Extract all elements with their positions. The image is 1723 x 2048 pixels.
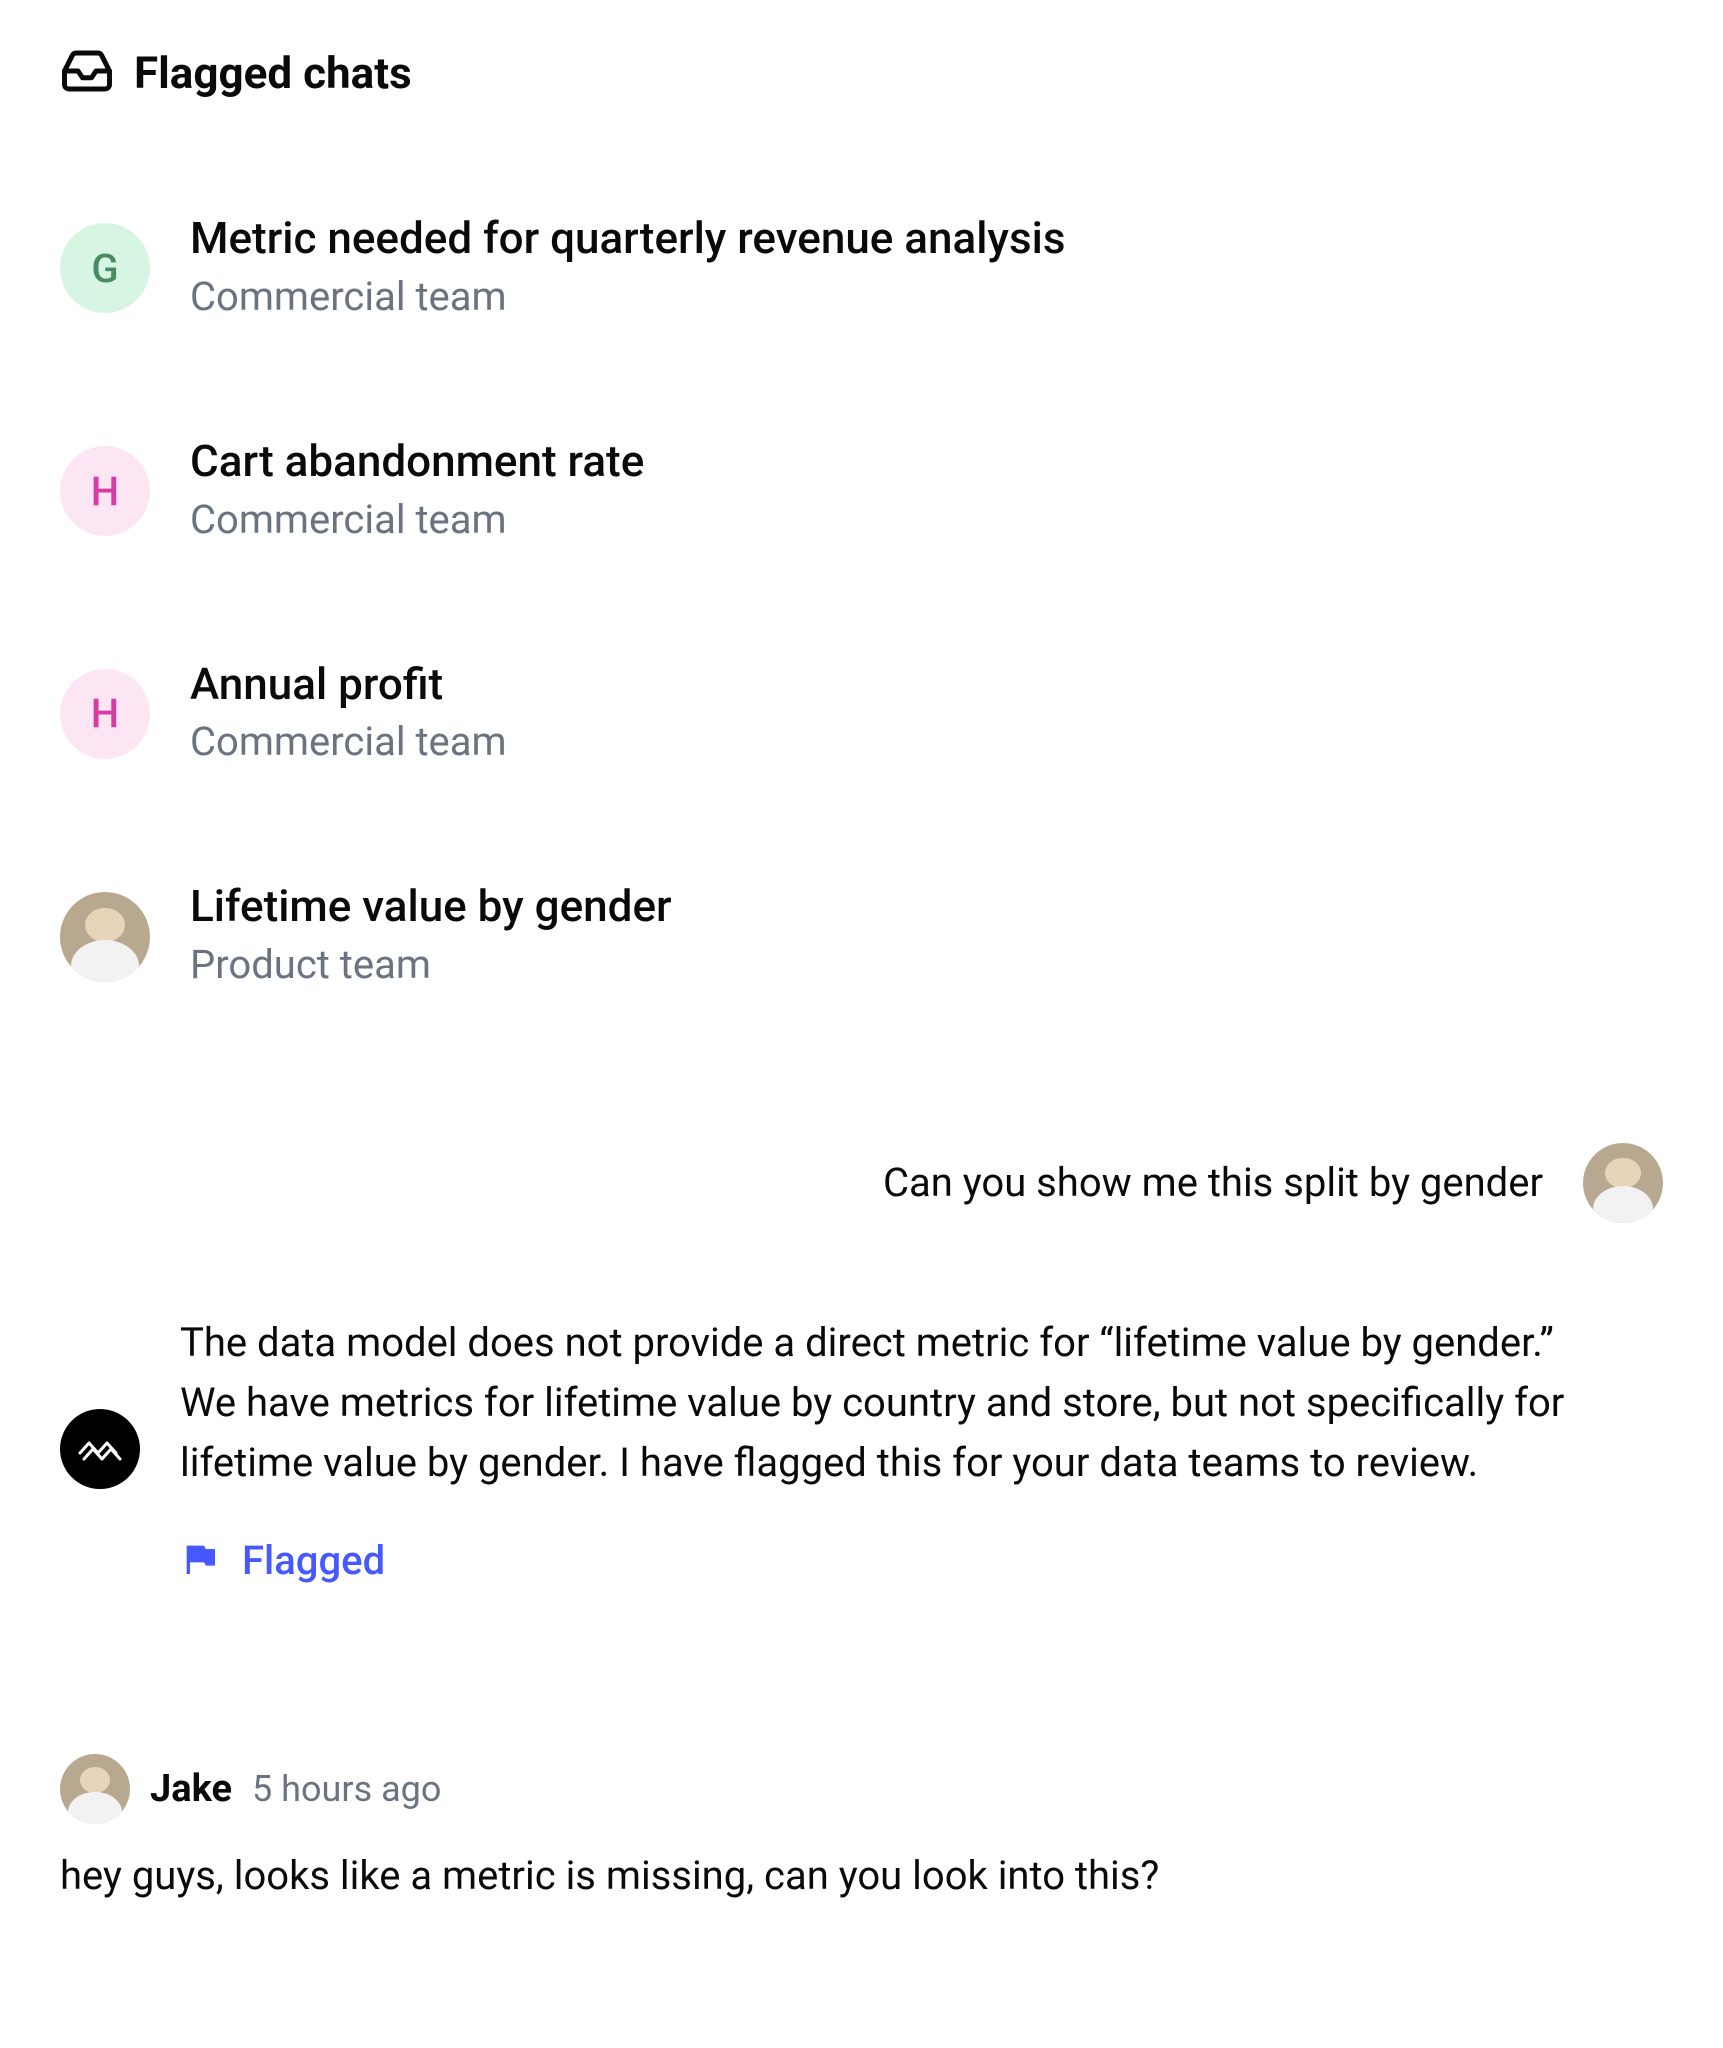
avatar: G bbox=[60, 223, 150, 313]
chat-subtitle: Product team bbox=[190, 937, 672, 993]
avatar bbox=[60, 892, 150, 982]
chat-text: Cart abandonment rate Commercial team bbox=[190, 435, 644, 548]
chat-list: G Metric needed for quarterly revenue an… bbox=[60, 212, 1663, 993]
comment: Jake 5 hours ago hey guys, looks like a … bbox=[60, 1754, 1663, 1904]
avatar: H bbox=[60, 669, 150, 759]
chat-title: Cart abandonment rate bbox=[190, 435, 644, 488]
comment-avatar bbox=[60, 1754, 130, 1824]
chat-text: Metric needed for quarterly revenue anal… bbox=[190, 212, 1066, 325]
chat-title: Lifetime value by gender bbox=[190, 880, 672, 933]
chat-title: Annual profit bbox=[190, 658, 507, 711]
chat-subtitle: Commercial team bbox=[190, 714, 507, 770]
conversation: Can you show me this split by gender The… bbox=[60, 1143, 1663, 1904]
bot-avatar bbox=[60, 1409, 140, 1489]
flag-icon bbox=[180, 1539, 220, 1583]
chat-subtitle: Commercial team bbox=[190, 492, 644, 548]
page-title: Flagged chats bbox=[134, 47, 412, 99]
chat-item[interactable]: G Metric needed for quarterly revenue an… bbox=[60, 212, 1663, 325]
chat-text: Annual profit Commercial team bbox=[190, 658, 507, 771]
chat-item[interactable]: H Annual profit Commercial team bbox=[60, 658, 1663, 771]
comment-author: Jake bbox=[150, 1767, 232, 1811]
bot-message-row: The data model does not provide a direct… bbox=[60, 1313, 1663, 1584]
bot-message-text: The data model does not provide a direct… bbox=[180, 1313, 1600, 1493]
comment-time: 5 hours ago bbox=[252, 1768, 441, 1810]
header: Flagged chats bbox=[60, 44, 1663, 102]
inbox-icon bbox=[60, 44, 114, 102]
chat-item[interactable]: H Cart abandonment rate Commercial team bbox=[60, 435, 1663, 548]
flagged-label: Flagged bbox=[242, 1537, 385, 1584]
chat-subtitle: Commercial team bbox=[190, 269, 1066, 325]
flagged-badge[interactable]: Flagged bbox=[180, 1537, 1600, 1584]
chat-text: Lifetime value by gender Product team bbox=[190, 880, 672, 993]
comment-body: hey guys, looks like a metric is missing… bbox=[60, 1848, 1663, 1904]
user-message-row: Can you show me this split by gender bbox=[60, 1143, 1663, 1223]
comment-header: Jake 5 hours ago bbox=[60, 1754, 1663, 1824]
chat-title: Metric needed for quarterly revenue anal… bbox=[190, 212, 1066, 265]
avatar: H bbox=[60, 446, 150, 536]
bot-message-body: The data model does not provide a direct… bbox=[180, 1313, 1600, 1584]
chat-item[interactable]: Lifetime value by gender Product team bbox=[60, 880, 1663, 993]
user-avatar bbox=[1583, 1143, 1663, 1223]
user-message-text: Can you show me this split by gender bbox=[883, 1153, 1543, 1213]
